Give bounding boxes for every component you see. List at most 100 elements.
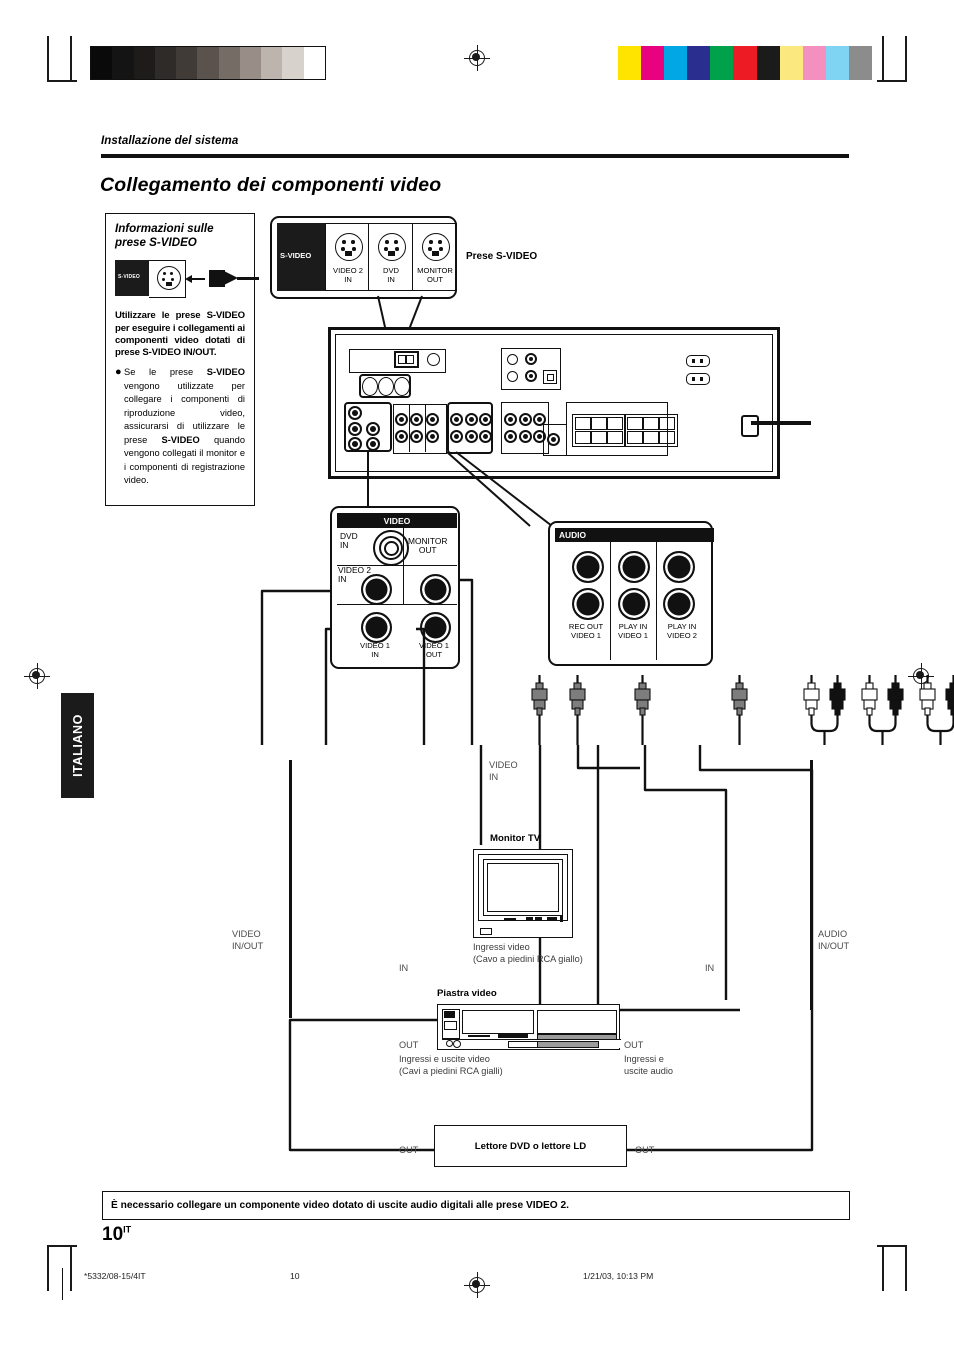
dvd-out-label-left: OUT [399, 1145, 419, 1155]
audio-jack-recout-bottom[interactable] [572, 588, 604, 620]
registration-cross-left [24, 663, 50, 689]
footer-right-text: 1/21/03, 10:13 PM [583, 1271, 654, 1281]
crop-mark-top-left-v2 [70, 36, 72, 82]
video-jack-video1-in[interactable] [361, 612, 392, 643]
gray-swatch-9 [282, 47, 304, 79]
audio-jack-playin1-top[interactable] [618, 551, 650, 583]
svideo-panel-bar-label: S-VIDEO [280, 251, 312, 260]
vcr-out-label-right: OUT [624, 1040, 644, 1050]
video-video1-out-l2: OUT [425, 649, 443, 659]
video-monitor-out-l2: OUT [418, 545, 437, 556]
footer-divider-left [62, 1268, 64, 1300]
monitor-tv-title: Monitor TV [490, 833, 541, 844]
crop-mark-bottom-left-h [47, 1245, 77, 1247]
video-panel-divider-v [403, 528, 405, 604]
video-inout-l2: IN/OUT [232, 940, 264, 951]
color-swatch-5 [733, 46, 757, 80]
rear-audio-jack-group[interactable] [447, 402, 493, 454]
audio-jack-playin2-bottom[interactable] [663, 588, 695, 620]
video-panel-divider-h [337, 565, 457, 567]
rear-audio-jack-5 [479, 413, 492, 426]
monitor-tv-caption: Ingressi video (Cavo a piedini RCA giall… [473, 942, 583, 966]
dvd-player-title: Lettore DVD o lettore LD [474, 1140, 587, 1152]
page-note-box: È necessario collegare un componente vid… [102, 1191, 850, 1220]
gray-swatch-7 [239, 47, 262, 79]
bullet-part-1: Se le prese [124, 367, 207, 378]
color-swatch-10 [848, 46, 873, 80]
gray-swatch-2 [133, 47, 155, 79]
vcr-video-caption: Ingressi e uscite video (Cavi a piedini … [399, 1054, 503, 1078]
color-swatch-2 [664, 46, 688, 80]
video-panel-bar: VIDEO [337, 513, 457, 528]
audio-inout-label: AUDIO IN/OUT [818, 929, 849, 952]
audio-inout-l1: AUDIO [818, 929, 848, 939]
audio-jack-playin2-top[interactable] [663, 551, 695, 583]
video-inout-label: VIDEO IN/OUT [232, 929, 263, 952]
svideo-panel-callout-label: Prese S-VIDEO [466, 251, 538, 262]
header-rule [101, 154, 849, 158]
rear-speaker-terminals-a [572, 414, 626, 447]
audio-jack-playin1-bottom[interactable] [618, 588, 650, 620]
crop-mark-top-right-v2 [882, 36, 884, 82]
rear-speaker-terminals-b [624, 414, 678, 447]
rear-svideo-jack-2 [378, 377, 394, 396]
video-jack-label-video1-out: VIDEO 1 OUT [409, 641, 459, 659]
page-title: Collegamento dei componenti video [100, 174, 442, 196]
rear-preout-3 [519, 413, 532, 426]
vcr-cap-l1: Ingressi e uscite video [399, 1054, 490, 1064]
page-number: 10IT [102, 1224, 131, 1246]
din-jack-dvd-icon [378, 233, 406, 261]
video-jack-video1-out[interactable] [420, 612, 451, 643]
page-note-text: È necessario collegare un componente vid… [111, 1200, 569, 1211]
video-inout-l1: VIDEO [232, 929, 261, 939]
page-number-suffix: IT [123, 1224, 132, 1235]
audio-inout-l2: IN/OUT [818, 940, 850, 951]
video-jack-monitor-out[interactable] [420, 574, 451, 605]
rear-optical-jack [543, 370, 557, 384]
vcr-title: Piastra video [437, 988, 497, 999]
footer-left-text: *5332/08-15/4IT [84, 1271, 146, 1281]
bullet-bold-1: S-VIDEO [206, 367, 245, 378]
gray-swatch-6 [218, 47, 240, 79]
gray-swatch-0 [91, 47, 113, 79]
video-inout-rail [289, 760, 292, 1018]
rear-preout-2 [504, 430, 517, 443]
crop-mark-bottom-right-v [905, 1245, 907, 1291]
gray-swatch-8 [261, 47, 283, 79]
rca-plug-row [531, 675, 954, 745]
color-swatch-7 [779, 46, 803, 80]
vcr-audio-cap-l2: uscite audio [624, 1065, 674, 1076]
video-panel-divider-h2 [337, 604, 457, 606]
rear-rca-divider-1 [409, 404, 411, 452]
svideo-label-dvd-l2: IN [387, 274, 395, 284]
gray-swatch-4 [176, 47, 198, 79]
din-jack-video2-icon [335, 233, 363, 261]
svideo-jack-cell-video2-in[interactable]: VIDEO 2 IN [325, 223, 369, 291]
language-side-tab-label: ITALIANO [70, 714, 85, 777]
rear-digital-jack-2 [507, 371, 518, 382]
audio-playin2-l2: VIDEO 2 [667, 630, 697, 640]
video-dvd-in-l2: IN [340, 540, 349, 551]
bullet-bold-2: S-VIDEO [161, 434, 200, 445]
rear-video-jack-c [348, 437, 362, 451]
rear-rca-6 [426, 430, 439, 443]
svideo-label-video2-l2: IN [344, 274, 352, 284]
audio-panel-divider-2 [656, 542, 658, 660]
rear-digital-jack-3 [525, 353, 537, 365]
rear-video-jack-a [348, 406, 362, 420]
info-box-title: Informazioni sulle prese S-VIDEO [115, 222, 214, 250]
monitor-in-label-left: IN [399, 963, 409, 973]
audio-jack-recout-top[interactable] [572, 551, 604, 583]
rear-audio-jack-6 [479, 430, 492, 443]
crop-mark-bottom-right-v2 [882, 1245, 884, 1291]
rear-audio-jack-3 [465, 413, 478, 426]
rear-ac-outlet-2 [686, 373, 710, 385]
video-jack-video2-in[interactable] [361, 574, 392, 605]
svideo-jack-cell-dvd-in[interactable]: DVD IN [369, 223, 413, 291]
info-box-bullet-text: Se le prese S-VIDEO vengono utilizzate p… [124, 366, 245, 487]
rear-video-jack-b [348, 422, 362, 436]
svideo-jack-cell-monitor-out[interactable]: MONITOR OUT [413, 223, 457, 291]
audio-jack-detail-panel: AUDIO REC OUT VIDEO 1 PLAY IN VIDEO 1 PL… [548, 521, 714, 666]
video-video1-in-l2: IN [371, 649, 379, 659]
info-box-bullet: ● Se le prese S-VIDEO vengono utilizzate… [115, 366, 245, 487]
